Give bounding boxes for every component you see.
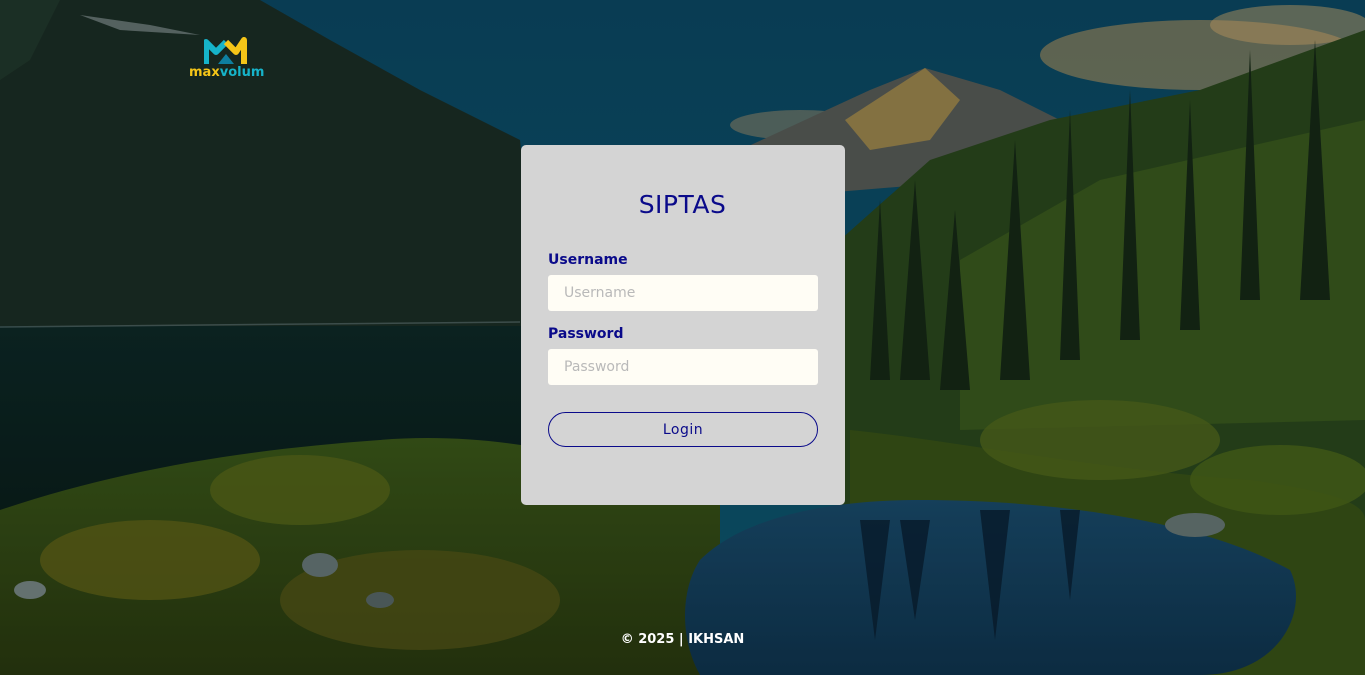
app-title: SIPTAS [638, 190, 727, 219]
footer-copyright: © 2025 | IKHSAN [620, 632, 745, 647]
password-label: Password [548, 326, 624, 342]
brand-logo-text-volum: volum [219, 65, 265, 80]
username-input[interactable] [548, 275, 818, 311]
login-page: maxvolum SIPTAS Username Password Login … [0, 0, 1365, 675]
brand-logo-text: maxvolum [189, 65, 264, 80]
maxvolum-m-logo-icon [204, 37, 247, 64]
username-label: Username [548, 252, 628, 268]
login-button[interactable]: Login [548, 412, 818, 447]
password-input[interactable] [548, 349, 818, 385]
brand-logo-text-max: max [189, 65, 220, 80]
brand-logo: maxvolum [186, 36, 266, 82]
